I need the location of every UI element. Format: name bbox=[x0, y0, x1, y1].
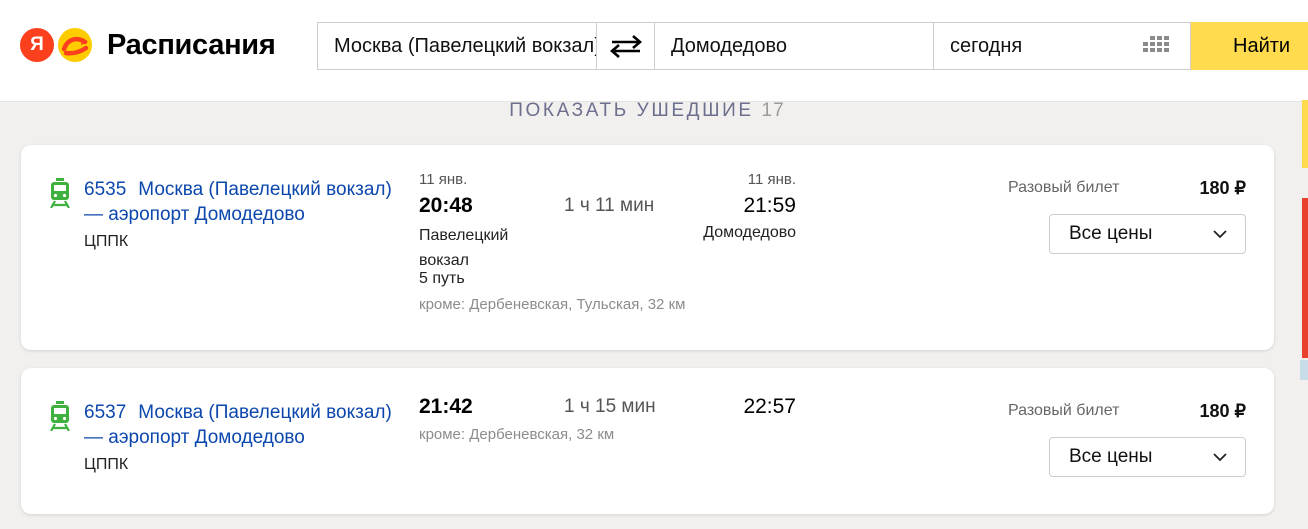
platform: 5 путь bbox=[419, 270, 465, 287]
departure-time: 21:42 bbox=[419, 395, 473, 418]
header: Я Расписания Москва (Павелецкий вокзал) … bbox=[0, 0, 1308, 102]
except-stops: кроме: Дербеневская, 32 км bbox=[419, 426, 615, 443]
all-prices-dropdown[interactable]: Все цены bbox=[1049, 214, 1246, 254]
trip-card: 6535 Москва (Павелецкий вокзал) — аэропор… bbox=[21, 145, 1274, 350]
arrival-station: Домодедово bbox=[703, 224, 796, 241]
except-stops: кроме: Дербеневская, Тульская, 32 км bbox=[419, 296, 686, 313]
yandex-logo-letter: Я bbox=[30, 34, 44, 55]
swap-arrows-icon bbox=[609, 35, 642, 58]
show-departed-label: ПОКАЗАТЬ УШЕДШИЕ bbox=[509, 100, 754, 121]
arrival-time: 22:57 bbox=[743, 395, 796, 418]
ticket-type: Разовый билет bbox=[1008, 179, 1120, 196]
route-name: Москва (Павелецкий вокзал) — аэропорт До… bbox=[84, 179, 392, 225]
price: 180 ₽ bbox=[1199, 401, 1247, 421]
brand-title: Расписания bbox=[107, 28, 276, 61]
to-field[interactable]: Домодедово bbox=[655, 22, 934, 70]
duration: 1 ч 15 мин bbox=[564, 396, 656, 417]
carrier: ЦППК bbox=[84, 456, 129, 473]
arrival-date: 11 янв. bbox=[747, 171, 796, 188]
edge-decor bbox=[1302, 198, 1308, 358]
trip-card: 6537 Москва (Павелецкий вокзал) — аэропор… bbox=[21, 368, 1274, 514]
train-number: 6537 bbox=[84, 402, 127, 423]
date-field[interactable]: сегодня bbox=[934, 22, 1191, 70]
search-form: Москва (Павелецкий вокзал) Домодедово се… bbox=[317, 22, 1308, 70]
departure-time: 20:48 bbox=[419, 194, 473, 217]
departure-station: Павелецкий вокзал bbox=[419, 227, 509, 269]
duration: 1 ч 11 мин bbox=[564, 195, 655, 216]
edge-decor bbox=[1302, 100, 1308, 168]
from-field-value: Москва (Павелецкий вокзал) bbox=[334, 34, 597, 57]
ticket-type: Разовый билет bbox=[1008, 402, 1120, 419]
departure-date: 11 янв. bbox=[419, 171, 468, 188]
show-departed-link[interactable]: ПОКАЗАТЬ УШЕДШИЕ 17 bbox=[0, 100, 1294, 122]
trip-title-link[interactable]: 6535 Москва (Павелецкий вокзал) — аэропор… bbox=[84, 177, 404, 227]
swap-button[interactable] bbox=[597, 22, 655, 70]
price: 180 ₽ bbox=[1199, 178, 1247, 198]
carrier: ЦППК bbox=[84, 233, 129, 250]
route-name: Москва (Павелецкий вокзал) — аэропорт До… bbox=[84, 402, 392, 448]
calendar-icon[interactable] bbox=[1142, 36, 1170, 56]
yandex-logo-icon: Я bbox=[20, 28, 54, 62]
suburban-train-icon bbox=[50, 401, 70, 431]
arrival-time: 21:59 bbox=[743, 194, 796, 217]
trip-title-link[interactable]: 6537 Москва (Павелецкий вокзал) — аэропор… bbox=[84, 400, 404, 450]
suburban-train-icon bbox=[50, 178, 70, 208]
edge-decor bbox=[1300, 360, 1308, 380]
date-field-value: сегодня bbox=[950, 34, 1023, 57]
train-number: 6535 bbox=[84, 179, 127, 200]
from-field[interactable]: Москва (Павелецкий вокзал) bbox=[317, 22, 597, 70]
logo[interactable]: Я Расписания bbox=[20, 27, 276, 63]
chevron-down-icon bbox=[1213, 230, 1227, 239]
to-field-value: Домодедово bbox=[671, 34, 787, 57]
all-prices-label: Все цены bbox=[1069, 446, 1153, 467]
find-button[interactable]: Найти bbox=[1191, 22, 1308, 70]
all-prices-label: Все цены bbox=[1069, 223, 1153, 244]
all-prices-dropdown[interactable]: Все цены bbox=[1049, 437, 1246, 477]
show-departed-count: 17 bbox=[761, 100, 785, 121]
schedules-logo-icon bbox=[58, 28, 92, 62]
chevron-down-icon bbox=[1213, 453, 1227, 462]
